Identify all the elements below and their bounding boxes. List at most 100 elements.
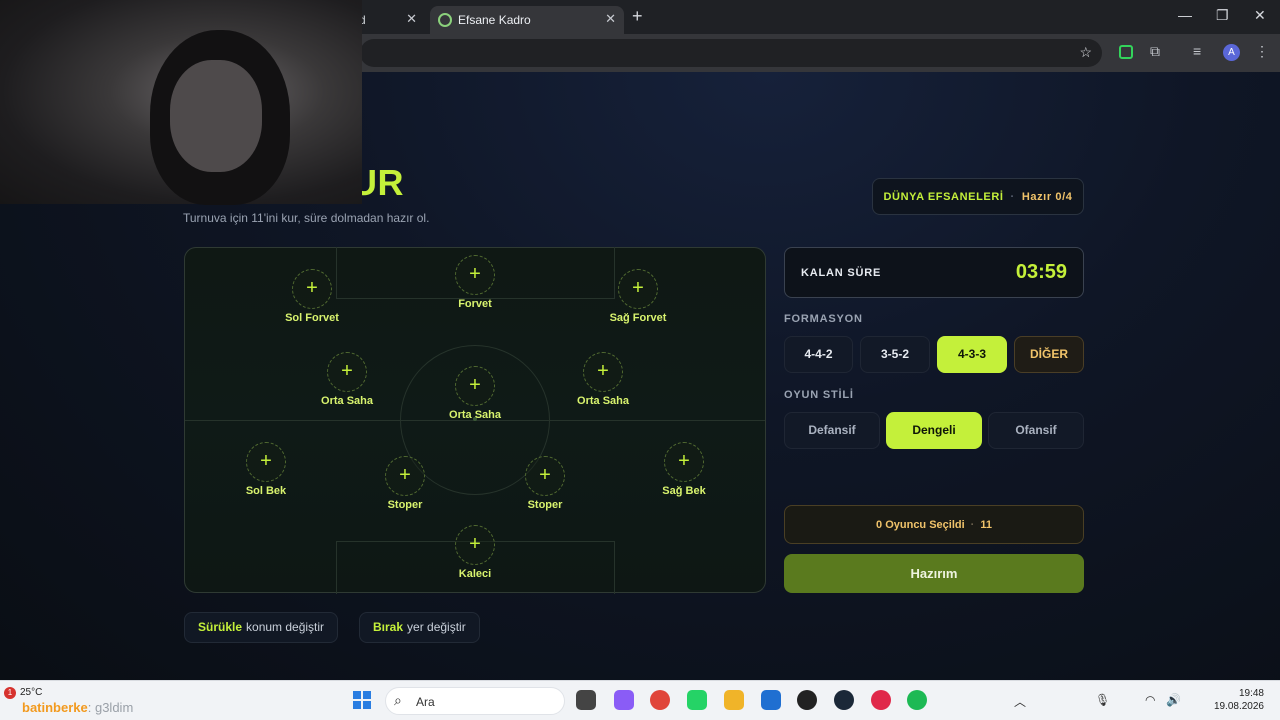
copilot-icon[interactable] [614,690,634,710]
hint-text: yer değiştir [407,620,466,634]
extensions-icon[interactable]: ⧉ [1150,43,1160,60]
position-label: Orta Saha [577,395,629,407]
wifi-icon[interactable]: ◠ [1145,693,1155,707]
favicon-icon [438,13,452,27]
steam-icon[interactable] [834,690,854,710]
temperature: 25°C [20,687,43,698]
slot-kaleci[interactable]: + Kaleci [415,525,535,580]
store-icon[interactable] [761,690,781,710]
close-icon[interactable]: ✕ [406,11,417,27]
search-icon: ⌕ [394,692,402,708]
slot-orta-saha-center[interactable]: + Orta Saha [415,366,535,421]
app-icon[interactable] [797,690,817,710]
formation-option-other[interactable]: DİĞER [1014,336,1084,373]
position-label: Sol Forvet [285,312,339,324]
add-player-icon[interactable]: + [292,269,332,309]
extension-icon[interactable] [1119,45,1133,59]
new-tab-icon[interactable]: + [632,6,643,27]
chrome-icon[interactable] [650,690,670,710]
timer-value: 03:59 [1015,261,1067,283]
page-subtitle: Turnuva için 11'ini kur, süre dolmadan h… [183,211,430,225]
bookmark-star-icon[interactable]: ☆ [1079,44,1092,61]
formation-option-4-4-2[interactable]: 4-4-2 [784,336,853,373]
minimize-icon[interactable]: — [1178,7,1192,23]
search-placeholder: Ara [416,695,435,709]
slot-forvet[interactable]: + Forvet [415,255,535,310]
hint-text: konum değiştir [246,620,325,634]
add-player-icon[interactable]: + [385,456,425,496]
hint-key: Sürükle [198,620,243,634]
tab-title: Efsane Kadro [458,13,531,27]
style-option-offensive[interactable]: Ofansif [988,412,1084,449]
style-option-balanced[interactable]: Dengeli [886,412,982,449]
slot-stoper-left[interactable]: + Stoper [345,456,465,511]
slot-stoper-right[interactable]: + Stoper [485,456,605,511]
add-player-icon[interactable]: + [525,456,565,496]
slot-sol-forvet[interactable]: + Sol Forvet [252,269,372,324]
add-player-icon[interactable]: + [664,442,704,482]
position-label: Stoper [527,499,563,511]
style-option-defensive[interactable]: Defansif [784,412,880,449]
address-bar[interactable]: ☆ [360,39,1102,67]
position-label: Orta Saha [449,409,501,421]
volume-icon[interactable]: 🔊 [1166,693,1181,707]
add-player-icon[interactable]: + [618,269,658,309]
slot-orta-saha-right[interactable]: + Orta Saha [543,352,663,407]
add-player-icon[interactable]: + [455,255,495,295]
tray-overflow-icon[interactable]: ︿ [1014,693,1026,710]
selected-count: 0 [876,518,883,531]
webcam-face [170,60,262,172]
slot-orta-saha-left[interactable]: + Orta Saha [287,352,407,407]
date: 19.08.2026 [1213,701,1264,712]
start-icon[interactable] [353,691,371,709]
timer-label: KALAN SÜRE [801,266,882,279]
formation-option-4-3-3[interactable]: 4-3-3 [937,336,1007,373]
add-player-icon[interactable]: + [246,442,286,482]
position-label: Forvet [458,298,492,310]
timer-panel: KALAN SÜRE 03:59 [784,247,1084,298]
position-label: Sol Bek [245,485,287,497]
position-label: Sağ Forvet [609,312,667,324]
whatsapp-icon[interactable] [687,690,707,710]
add-player-icon[interactable]: + [455,525,495,565]
microphone-icon[interactable]: 🎙 [1095,693,1110,707]
add-player-icon[interactable]: + [327,352,367,392]
add-player-icon[interactable]: + [455,366,495,406]
slot-sol-bek[interactable]: + Sol Bek [206,442,326,497]
ticker-text: batinberke: g3ldim [22,700,133,715]
close-icon[interactable]: ✕ [605,11,616,27]
webcam-overlay [0,0,362,205]
opera-icon[interactable] [871,690,891,710]
selected-count-bar: 0 Oyuncu Seçildi · 11 [784,505,1084,544]
browser-tab-active[interactable]: Efsane Kadro ✕ [430,6,624,34]
slot-sag-bek[interactable]: + Sağ Bek [624,442,744,497]
media-control-icon[interactable]: ≡ [1193,43,1201,59]
formation-option-3-5-2[interactable]: 3-5-2 [860,336,930,373]
position-label: Orta Saha [321,395,373,407]
hint-drag: Sürükle konum değiştir [184,612,339,643]
hint-drop: Bırak yer değiştir [359,612,480,643]
spotify-icon[interactable] [907,690,927,710]
mode-badge: DÜNYA EFSANELERİ · Hazır 0/4 [872,178,1084,215]
window-close-icon[interactable]: ✕ [1254,7,1266,24]
ready-button[interactable]: Hazırım [784,554,1084,593]
weather-widget[interactable]: 1 25°C [4,687,42,699]
menu-icon[interactable]: ⋮ [1255,43,1269,60]
time: 19:48 [1238,688,1264,699]
play-style-label: OYUN STİLİ [784,389,854,401]
selected-text: Oyuncu Seçildi [885,518,965,531]
restore-icon[interactable]: ❐ [1216,7,1229,24]
pitch: + Forvet + Sol Forvet + Sağ Forvet + Ort… [184,247,766,594]
file-explorer-icon[interactable] [724,690,744,710]
slot-sag-forvet[interactable]: + Sağ Forvet [578,269,698,324]
total-count: 11 [980,518,992,531]
clock[interactable]: 19:48 19.08.2026 [1214,687,1264,713]
position-label: Sağ Bek [662,485,706,497]
taskbar-search[interactable]: ⌕ Ara [385,687,565,715]
profile-avatar[interactable]: A [1223,44,1240,61]
position-label: Stoper [387,499,423,511]
separator: · [1010,190,1015,203]
ready-count: Hazır 0/4 [1021,190,1073,203]
task-view-icon[interactable] [576,690,596,710]
add-player-icon[interactable]: + [583,352,623,392]
